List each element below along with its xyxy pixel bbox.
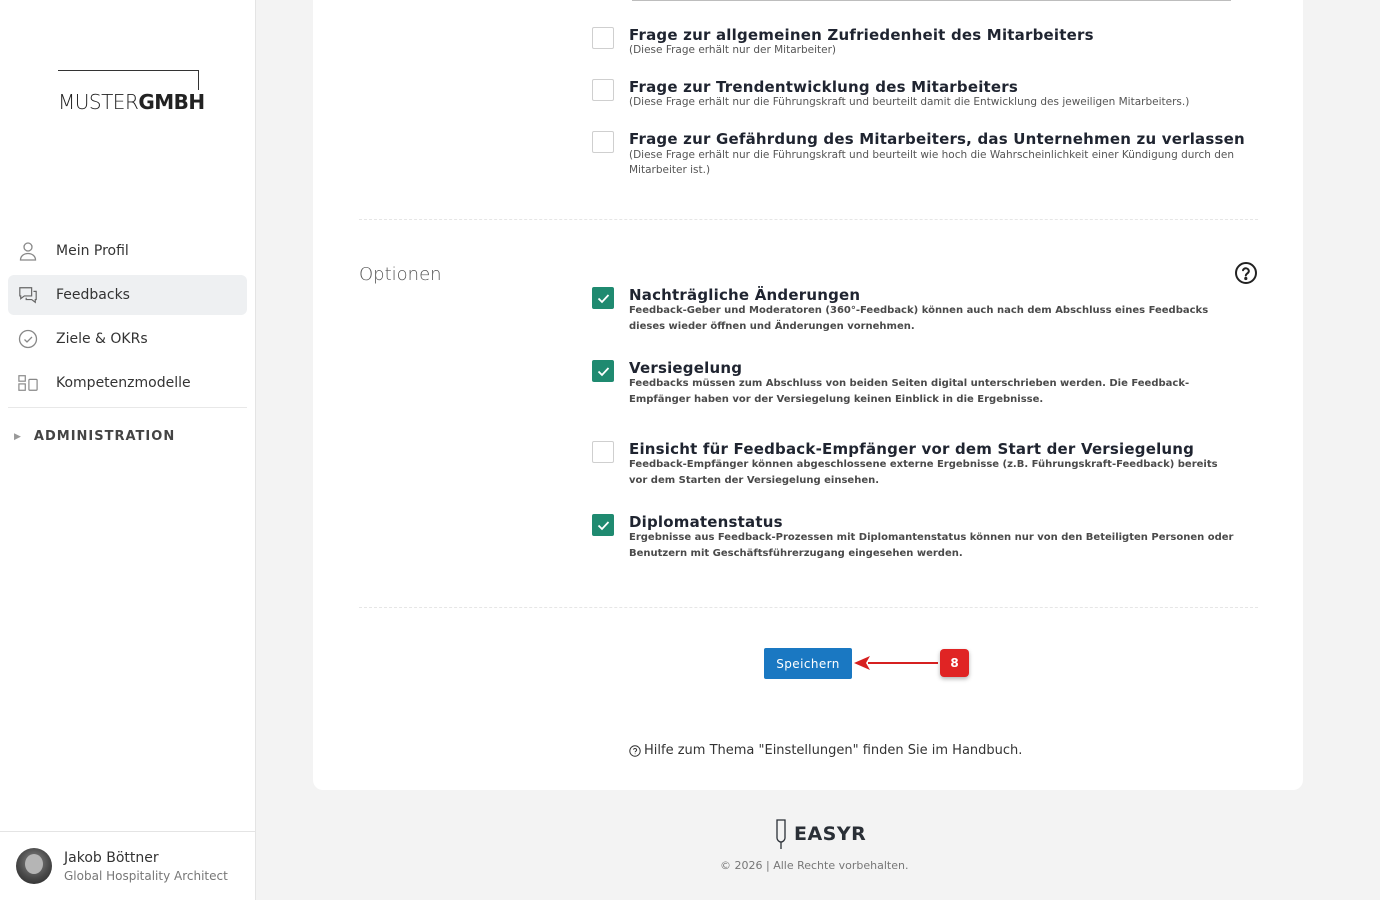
question-title: Frage zur allgemeinen Zufriedenheit des … [629, 26, 1094, 44]
option-title: Einsicht für Feedback-Empfänger vor dem … [629, 440, 1195, 458]
caret-right-icon: ▶ [14, 431, 21, 442]
admin-label: ADMINISTRATION [33, 429, 176, 444]
option-checkbox-nachtraegliche-aenderungen[interactable] [592, 287, 614, 309]
question-description: (Diese Frage erhält nur der Mitarbeiter) [629, 44, 836, 56]
sidebar-item-mein-profil[interactable]: Mein Profil [8, 231, 247, 271]
check-icon [597, 367, 610, 377]
sidebar-nav: Mein Profil Feedbacks Ziele & OKRs Kompe… [8, 231, 247, 407]
section-title-optionen: Optionen [359, 264, 442, 285]
copyright-text: © 2026 | Alle Rechte vorbehalten. [720, 859, 909, 872]
help-hint[interactable]: Hilfe zum Thema "Einstellungen" finden S… [629, 743, 1022, 758]
sidebar-item-label: Kompetenzmodelle [56, 375, 191, 391]
company-logo[interactable]: MUSTERGMBH [58, 70, 209, 114]
avatar [16, 848, 52, 884]
question-icon [629, 744, 641, 757]
sidebar-item-kompetenzmodelle[interactable]: Kompetenzmodelle [8, 363, 247, 403]
option-description: Feedback-Empfänger können abgeschlossene… [629, 459, 1218, 486]
help-icon[interactable] [1234, 261, 1258, 285]
sidebar-item-label: Ziele & OKRs [56, 331, 148, 347]
chat-icon [18, 285, 38, 305]
option-title: Versiegelung [629, 359, 743, 377]
question-checkbox-zufriedenheit[interactable] [592, 27, 614, 49]
sidebar-divider [8, 407, 247, 408]
question-checkbox-trendentwicklung[interactable] [592, 79, 614, 101]
question-title: Frage zur Trendentwicklung des Mitarbeit… [629, 78, 1019, 96]
help-text: Hilfe zum Thema "Einstellungen" finden S… [644, 743, 1023, 758]
easyr-mark-icon [776, 819, 786, 849]
sidebar-item-administration[interactable]: ▶ ADMINISTRATION [14, 429, 175, 444]
user-name: Jakob Böttner [64, 850, 159, 866]
logo-text-bold: GMBH [138, 90, 205, 114]
annotation-badge: 8 [940, 649, 969, 677]
sidebar: MUSTERGMBH Mein Profil Feedbacks Ziele &… [0, 0, 256, 900]
user-profile[interactable]: Jakob Böttner Global Hospitality Archite… [0, 831, 256, 900]
option-description: Feedbacks müssen zum Abschluss von beide… [629, 378, 1190, 405]
divider-line [632, 0, 1231, 1]
option-checkbox-diplomatenstatus[interactable] [592, 514, 614, 536]
sidebar-item-label: Feedbacks [56, 287, 130, 303]
check-circle-icon [18, 329, 38, 349]
user-role: Global Hospitality Architect [64, 869, 228, 883]
question-description: (Diese Frage erhält nur die Führungskraf… [629, 149, 1235, 176]
logo-text-thin: MUSTER [58, 90, 139, 114]
option-title: Nachträgliche Änderungen [629, 286, 861, 304]
question-title: Frage zur Gefährdung des Mitarbeiters, d… [629, 130, 1245, 148]
option-checkbox-einsicht[interactable] [592, 441, 614, 463]
check-icon [597, 521, 610, 531]
option-title: Diplomatenstatus [629, 513, 783, 531]
option-checkbox-versiegelung[interactable] [592, 360, 614, 382]
save-button[interactable]: Speichern [764, 648, 852, 679]
easyr-logo[interactable]: EASYR [772, 818, 866, 850]
annotation-arrow-icon [854, 656, 938, 670]
check-icon [597, 294, 610, 304]
option-description: Feedback-Geber und Moderatoren (360°-Fee… [629, 305, 1209, 332]
user-icon [18, 241, 38, 261]
easyr-logo-text: EASYR [794, 823, 867, 845]
sidebar-item-ziele-okrs[interactable]: Ziele & OKRs [8, 319, 247, 359]
question-description: (Diese Frage erhält nur die Führungskraf… [629, 96, 1190, 108]
sidebar-item-label: Mein Profil [56, 243, 129, 259]
section-divider [359, 607, 1258, 608]
blocks-icon [18, 373, 38, 393]
sidebar-item-feedbacks[interactable]: Feedbacks [8, 275, 247, 315]
section-divider [359, 219, 1258, 220]
option-description: Ergebnisse aus Feedback-Prozessen mit Di… [629, 532, 1234, 559]
question-checkbox-gefaehrdung[interactable] [592, 131, 614, 153]
